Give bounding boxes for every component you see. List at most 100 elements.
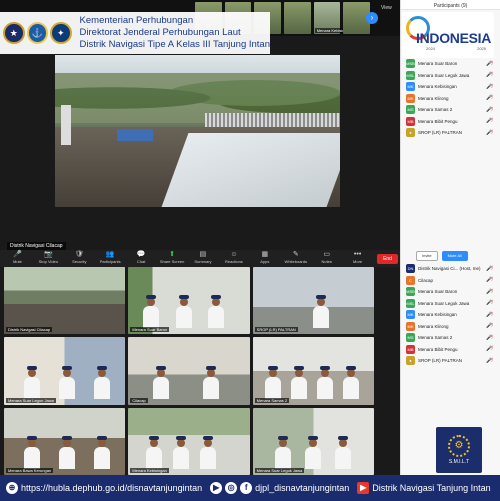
muted-microphone-icon[interactable]: 🎤̸ [486,118,500,124]
participant-name: Menara Bibit Pengu [418,346,458,352]
participant-avatar: C [406,275,415,285]
next-page-arrow-icon[interactable]: › [366,12,378,24]
tile-name: Menara Samas 2 [254,397,290,403]
participant-row[interactable]: MSL Menara Suar Legok Jawa 🎤̸ [400,70,500,82]
video-road [161,133,340,207]
mute-button[interactable]: 🎤 Mute [2,251,33,264]
whiteboards-button[interactable]: ✎ Whiteboards [280,251,311,264]
chat-label: Chat [136,259,146,264]
participant-name: SROP (LR) PALTRAN [418,358,463,364]
more-button[interactable]: ••• More [342,251,373,264]
participant-row[interactable]: MS Menara Samas 2 🎤̸ [400,332,500,344]
video-tile[interactable]: Menara Samas 2 [252,337,374,405]
website-text: https://hubla.dephub.go.id/disnavtanjung… [21,483,203,493]
participant-row[interactable]: MSB Menara Suar Baron 🎤̸ [400,286,500,298]
chat-button[interactable]: 💬 Chat [126,251,157,264]
video-tile[interactable]: Distrik Navigasi Cilacap [4,267,126,335]
muted-microphone-icon[interactable]: 🎤̸ [486,61,500,67]
stop-video-label: Stop Video [38,259,59,264]
participant-avatar: MK [406,321,415,331]
participant-row[interactable]: MK Menara Klirong 🎤̸ [400,321,500,333]
main-video-feed[interactable] [55,55,340,207]
top-thumbnail[interactable]: Menara Kebisingan [313,2,354,34]
muted-microphone-icon[interactable]: 🎤̸ [486,358,500,364]
apps-button[interactable]: ▦ Apps [249,251,280,264]
muted-microphone-icon[interactable]: 🎤̸ [486,84,500,90]
mute-all-button[interactable]: Mute All [441,251,468,261]
video-podium [117,129,153,141]
muted-microphone-icon[interactable]: 🎤̸ [486,107,500,113]
muted-microphone-icon[interactable]: 🎤̸ [486,72,500,78]
apps-label: Apps [260,259,270,264]
notes-button[interactable]: ▭ Notes [311,251,342,264]
participant-avatar: MSB [406,59,415,69]
muted-microphone-icon[interactable]: 🎤̸ [486,289,500,295]
muted-microphone-icon[interactable]: 🎤̸ [486,130,500,136]
participant-name: Menara Klirong [418,95,449,101]
participant-avatar: MK [406,310,415,320]
invite-button[interactable]: Invite [416,251,438,261]
apps-icon: ▦ [261,251,269,258]
video-tile[interactable]: SROP (LR) PALTRAN [252,267,374,335]
video-tile[interactable]: Menara Suar Baron [128,267,250,335]
participant-row[interactable]: ● SROP (LR) PALTRAN 🎤̸ [400,127,500,139]
muted-microphone-icon[interactable]: 🎤̸ [486,346,500,352]
tile-name: Distrik Navigasi Cilacap [6,327,53,333]
muted-microphone-icon[interactable]: 🎤̸ [486,312,500,318]
participant-avatar: MS [406,105,415,115]
participant-row[interactable]: MSL Menara Suar Legok Jawa 🎤̸ [400,298,500,310]
footer-website[interactable]: ⊕ https://hubla.dephub.go.id/disnavtanju… [6,482,202,494]
whiteboards-label: Whiteboards [284,259,307,264]
end-meeting-button[interactable]: End [377,254,398,264]
globe-icon: ⊕ [6,482,18,494]
participant-row[interactable]: MK Menara Kebisingan 🎤̸ [400,81,500,93]
header-line-1: Kementerian Perhubungan [79,15,194,26]
security-label: Security [72,259,87,264]
video-tile[interactable]: Cilacap [128,337,250,405]
zoom-window: Menara Kebisingan › View ★ ⚓ ✦ Kementeri… [0,0,400,475]
video-tile[interactable]: Menara Suar Legok Jawa [252,407,374,475]
muted-microphone-icon[interactable]: 🎤̸ [486,95,500,101]
smilt-text: S.M.I.L.T [448,459,470,465]
notes-icon: ▭ [323,251,330,258]
shield-icon: 🛡 [74,251,84,258]
participant-name: Menara Samas 2 [418,107,453,113]
kemenhub-logo: ★ [3,22,25,44]
participant-row[interactable]: MK Menara Klirong 🎤̸ [400,93,500,105]
footer-brand: ▶ Distrik Navigasi Tanjung Intan [357,482,491,494]
muted-microphone-icon[interactable]: 🎤̸ [486,323,500,329]
footer-social[interactable]: ▶ ◎ f djpl_disnavtanjungintan [210,482,349,494]
summary-button[interactable]: ▤ Summary [188,251,219,264]
participant-row[interactable]: MB Menara Bibit Pengu 🎤̸ [400,116,500,128]
muted-microphone-icon[interactable]: 🎤̸ [486,300,500,306]
stop-video-button[interactable]: 📷 Stop Video [33,251,64,264]
indonesia-logo: INDONESIA 2024 2025 [402,12,494,58]
view-button[interactable]: View [381,5,392,11]
participant-row[interactable]: MK Menara Kebisingan 🎤̸ [400,309,500,321]
participant-row[interactable]: C Cilacap 🎤̸ [400,275,500,287]
participant-row[interactable]: DN Distrik Navigasi Ci... (Host, me) 🎤̸ [400,263,500,275]
participant-name: Menara Suar Legok Jawa [418,72,470,78]
video-tile[interactable]: Menara Bawa Kerungan [4,407,126,475]
people-icon: 👥 [105,251,115,258]
muted-microphone-icon[interactable]: 🎤̸ [486,266,500,272]
participant-avatar: ● [406,356,415,366]
participant-row[interactable]: MB Menara Bibit Pengu 🎤̸ [400,344,500,356]
muted-microphone-icon[interactable]: 🎤̸ [486,277,500,283]
participant-avatar: MS [406,333,415,343]
muted-microphone-icon[interactable]: 🎤̸ [486,335,500,341]
share-screen-button[interactable]: ⬆ Share Screen [157,251,188,264]
participant-row[interactable]: MS Menara Samas 2 🎤̸ [400,104,500,116]
brand-text: Distrik Navigasi Tanjung Intan [372,483,491,493]
video-tile[interactable]: Menara Suar Legon Jawa [4,337,126,405]
participants-button[interactable]: 👥 Participants [95,251,126,264]
top-thumbnail[interactable] [284,2,311,34]
ellipsis-icon: ••• [353,251,362,258]
participant-name: Menara Klirong [418,323,449,329]
share-icon: ⬆ [169,251,175,258]
security-button[interactable]: 🛡 Security [64,251,95,264]
participant-row[interactable]: ● SROP (LR) PALTRAN 🎤̸ [400,355,500,367]
reactions-button[interactable]: ☺ Reactions [218,251,249,264]
participant-row[interactable]: MSB Menara Suar Baron 🎤̸ [400,58,500,70]
video-tile[interactable]: Menara Kebisingan [128,407,250,475]
